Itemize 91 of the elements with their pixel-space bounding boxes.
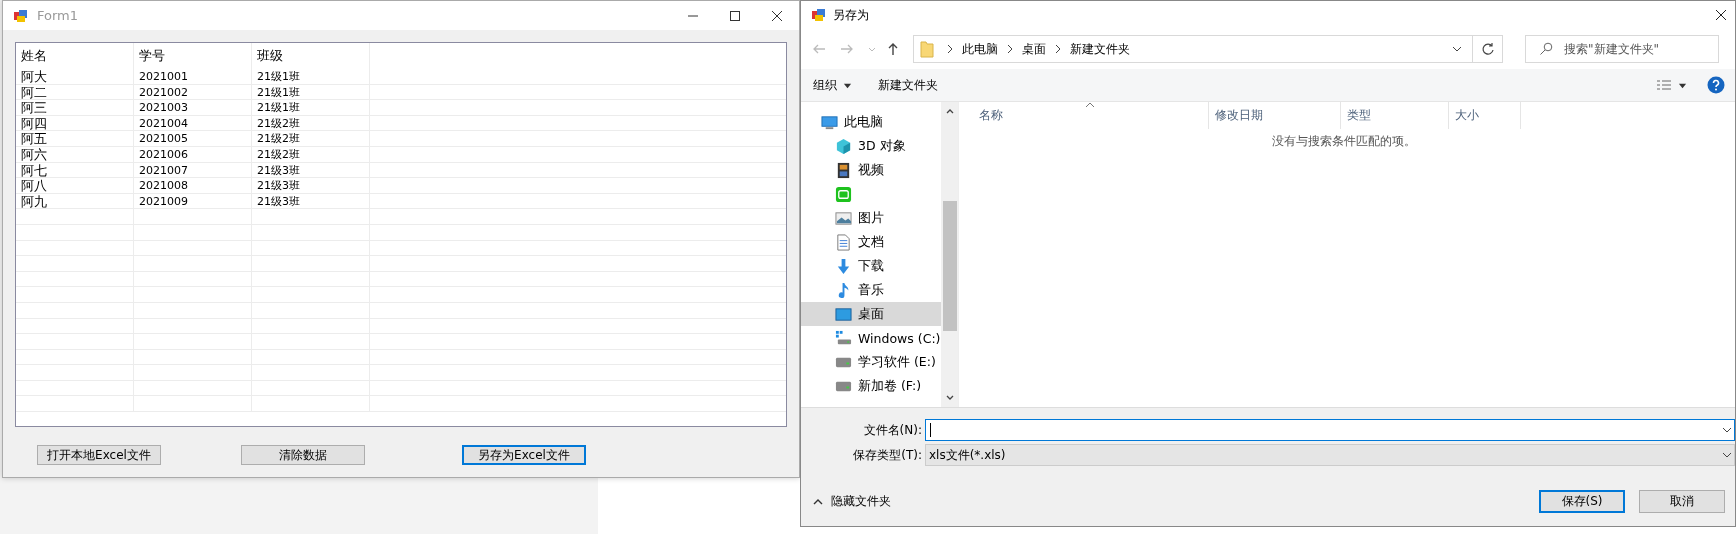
table-cell: 21级1班 [252, 69, 370, 84]
sidebar-item[interactable]: 此电脑 [801, 110, 941, 134]
table-cell: 2021008 [134, 178, 252, 193]
table-cell: 21级2班 [252, 131, 370, 146]
caret-icon[interactable] [1722, 425, 1732, 435]
sidebar-item[interactable]: 下载 [801, 254, 941, 278]
chevron-icon [1054, 44, 1062, 54]
field-label: 文件名(N): [862, 421, 923, 439]
maximize-icon[interactable] [729, 9, 741, 22]
table-cell: 阿九 [16, 193, 134, 209]
scrollbar[interactable] [941, 102, 958, 407]
field-label: 保存类型(T): [852, 446, 923, 464]
table-cell: 21级2班 [252, 146, 370, 162]
search-field[interactable]: 搜索"新建文件夹" [1525, 35, 1719, 63]
app-icon [835, 185, 852, 203]
action-button[interactable]: 清除数据 [241, 445, 365, 465]
address-bar[interactable]: 此电脑 桌面 新建文件夹 [913, 35, 1473, 63]
cancel-button[interactable]: 取消 [1639, 490, 1725, 513]
caret-icon [1722, 450, 1732, 460]
table-cell: 21级3班 [252, 178, 370, 193]
column-header[interactable]: 修改日期 [1209, 102, 1341, 129]
sidebar-item[interactable]: 图片 [801, 206, 941, 230]
new-folder-button[interactable]: 新建文件夹 [878, 76, 938, 94]
sidebar-item[interactable]: 视频 [801, 158, 941, 182]
drive-icon [835, 329, 852, 347]
sidebar-item[interactable]: 3D 对象 [801, 134, 941, 158]
breadcrumb-item[interactable]: 桌面 [1022, 40, 1046, 58]
filetype-dropdown[interactable]: xls文件(*.xls) [925, 444, 1735, 466]
table-cell: 2021007 [134, 162, 252, 178]
close-icon[interactable] [771, 9, 783, 22]
window-title: Form1 [37, 8, 79, 23]
chevron-icon [1006, 44, 1014, 54]
hide-folders-toggle[interactable]: 隐藏文件夹 [813, 493, 891, 510]
sidebar-item[interactable]: 音乐 [801, 278, 941, 302]
cube-icon [835, 137, 852, 155]
action-button[interactable]: 打开本地Excel文件 [37, 445, 161, 465]
table-cell: 阿五 [16, 131, 134, 146]
sidebar-item[interactable]: 新加卷 (F:) [801, 374, 941, 398]
table-cell: 21级2班 [252, 115, 370, 131]
column-header[interactable]: 名称 [959, 102, 1209, 129]
action-button[interactable]: 另存为Excel文件 [462, 445, 586, 465]
sidebar-item[interactable]: 桌面 [801, 302, 941, 326]
search-icon [1539, 42, 1553, 56]
table-cell: 21级3班 [252, 193, 370, 209]
help-icon[interactable] [1707, 76, 1725, 94]
column-header[interactable]: 类型 [1341, 102, 1449, 129]
table-cell: 2021003 [134, 100, 252, 115]
empty-message: 没有与搜索条件匹配的项。 [1271, 133, 1417, 150]
sidebar-item[interactable]: 学习软件 (E:) [801, 350, 941, 374]
table-cell: 2021002 [134, 84, 252, 100]
close-icon[interactable] [1715, 9, 1727, 21]
table-cell: 阿八 [16, 178, 134, 193]
refresh-button[interactable] [1473, 35, 1503, 63]
breadcrumb-item[interactable]: 此电脑 [962, 40, 998, 58]
refresh-icon [1480, 42, 1495, 56]
film-icon [835, 161, 852, 179]
dialog-title: 另存为 [833, 6, 869, 24]
table-cell: 2021005 [134, 131, 252, 146]
table-cell: 2021006 [134, 146, 252, 162]
table-cell: 21级3班 [252, 162, 370, 178]
breadcrumb-item[interactable]: 新建文件夹 [1070, 40, 1130, 58]
table-cell: 21级1班 [252, 84, 370, 100]
document-icon [835, 233, 852, 251]
sort-caret-icon [1085, 102, 1095, 108]
table-cell: 阿二 [16, 84, 134, 100]
save-button[interactable]: 保存(S) [1539, 490, 1625, 513]
table-cell: 阿七 [16, 162, 134, 178]
chevron-icon [946, 44, 954, 54]
table-cell: 阿三 [16, 100, 134, 115]
table-cell: 2021004 [134, 115, 252, 131]
column-header[interactable]: 学号 [134, 43, 252, 69]
column-header[interactable]: 班级 [252, 43, 370, 69]
organize-menu[interactable]: 组织 [813, 76, 837, 94]
caret-icon[interactable] [1452, 44, 1462, 54]
table-cell: 2021009 [134, 193, 252, 209]
table-cell: 阿大 [16, 69, 134, 84]
monitor-icon [821, 113, 838, 131]
sidebar-item[interactable]: 文档 [801, 230, 941, 254]
table-cell: 阿六 [16, 146, 134, 162]
table-cell: 2021001 [134, 69, 252, 84]
app-icon [13, 7, 29, 24]
table-cell: 阿四 [16, 115, 134, 131]
desktop-icon [835, 305, 852, 323]
column-header[interactable]: 大小 [1449, 102, 1521, 129]
sidebar-item[interactable]: Windows (C:) [801, 326, 941, 350]
app-icon [811, 7, 827, 23]
column-header[interactable]: 姓名 [16, 43, 134, 69]
table-cell: 21级1班 [252, 100, 370, 115]
folder-icon [920, 40, 934, 58]
image-icon [835, 209, 852, 227]
filename-field[interactable] [925, 419, 1735, 441]
